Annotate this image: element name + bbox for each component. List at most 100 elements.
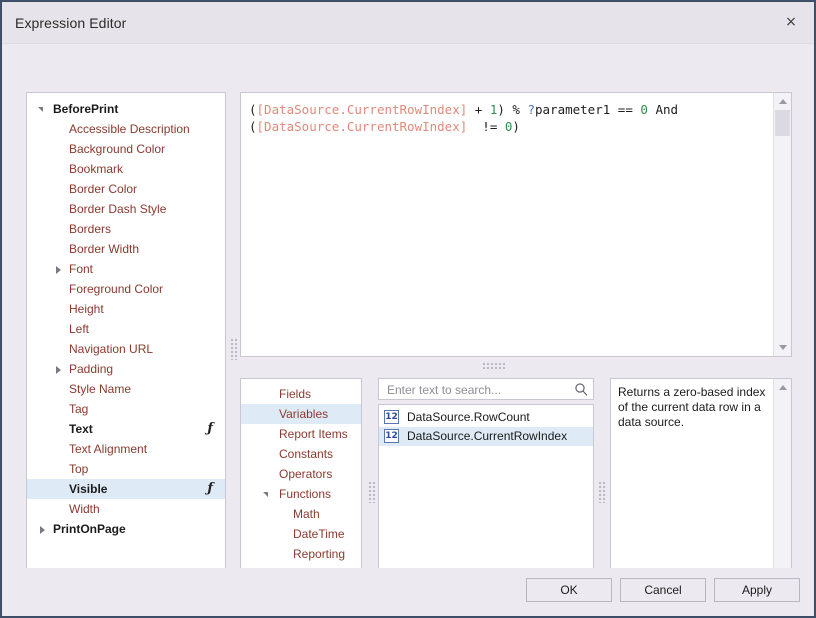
- window-title: Expression Editor: [15, 15, 127, 31]
- search-input[interactable]: [385, 379, 571, 401]
- splitter-grip-left[interactable]: [230, 338, 238, 360]
- splitter-grip-horizontal[interactable]: [482, 362, 506, 370]
- list-item[interactable]: 12 DataSource.CurrentRowIndex: [379, 427, 593, 446]
- tree-item-border-dash-style[interactable]: Border Dash Style: [27, 199, 225, 219]
- dialog-footer: OK Cancel Apply: [2, 568, 814, 616]
- expression-token: (: [249, 102, 257, 117]
- tree-item-label: Border Dash Style: [69, 202, 167, 216]
- tree-item-label: Tag: [69, 402, 89, 416]
- splitter-grip-middle[interactable]: [368, 481, 376, 503]
- tree-item-label: Border Color: [69, 182, 138, 196]
- category-item-report-items[interactable]: Report Items: [241, 424, 361, 444]
- expression-token: ) %: [497, 102, 528, 117]
- category-item-label: Operators: [279, 467, 333, 481]
- tree-item-foreground-color[interactable]: Foreground Color: [27, 279, 225, 299]
- tree-item-label: Top: [69, 462, 89, 476]
- chevron-down-icon[interactable]: [259, 484, 275, 504]
- expression-scrollbar[interactable]: [773, 93, 791, 356]
- expression-text[interactable]: ([DataSource.CurrentRowIndex] + 1) % ?pa…: [249, 101, 771, 135]
- property-tree[interactable]: BeforePrint Accessible Description Backgro…: [26, 92, 226, 603]
- tree-item-background-color[interactable]: Background Color: [27, 139, 225, 159]
- tree-item-width[interactable]: Width: [27, 499, 225, 519]
- splitter-grip-right[interactable]: [598, 481, 606, 503]
- list-item-label: DataSource.CurrentRowIndex: [407, 429, 568, 443]
- tree-item-label: Height: [69, 302, 104, 316]
- scroll-up-icon[interactable]: [774, 93, 791, 110]
- category-item-variables[interactable]: Variables: [241, 404, 361, 424]
- tree-item-label: Navigation URL: [69, 342, 154, 356]
- tree-item-label: Border Width: [69, 242, 140, 256]
- chevron-right-icon[interactable]: [33, 519, 55, 539]
- expression-token: ?: [527, 102, 535, 117]
- tree-item-navigation-url[interactable]: Navigation URL: [27, 339, 225, 359]
- chevron-right-icon[interactable]: [49, 359, 71, 379]
- tree-item-top[interactable]: Top: [27, 459, 225, 479]
- list-item-label: DataSource.RowCount: [407, 410, 530, 424]
- tree-item-visible[interactable]: Visible ƒ: [27, 479, 225, 499]
- number-type-icon: 12: [384, 410, 399, 424]
- category-item-label: Reporting: [293, 547, 346, 561]
- close-icon[interactable]: ×: [774, 6, 808, 38]
- tree-item-tag[interactable]: Tag: [27, 399, 225, 419]
- search-icon[interactable]: [574, 382, 589, 397]
- tree-item-label: Background Color: [69, 142, 166, 156]
- expression-token: [DataSource.CurrentRowIndex]: [256, 119, 468, 134]
- scroll-down-icon[interactable]: [774, 339, 791, 356]
- tree-item-border-width[interactable]: Border Width: [27, 239, 225, 259]
- expression-editor-dialog: Expression Editor × BeforePrint Accessibl…: [1, 1, 815, 617]
- number-type-icon: 12: [384, 429, 399, 443]
- tree-item-label: Visible: [69, 482, 108, 496]
- expression-text-area[interactable]: ([DataSource.CurrentRowIndex] + 1) % ?pa…: [240, 92, 792, 357]
- tree-item-borders[interactable]: Borders: [27, 219, 225, 239]
- dialog-content: BeforePrint Accessible Description Backgro…: [2, 44, 814, 603]
- tree-item-beforeprint[interactable]: BeforePrint: [27, 99, 225, 119]
- category-item-operators[interactable]: Operators: [241, 464, 361, 484]
- tree-item-height[interactable]: Height: [27, 299, 225, 319]
- tree-item-style-name[interactable]: Style Name: [27, 379, 225, 399]
- chevron-down-icon[interactable]: [33, 99, 55, 119]
- tree-item-text[interactable]: Text ƒ: [27, 419, 225, 439]
- category-item-functions[interactable]: Functions: [241, 484, 361, 504]
- scrollbar-thumb[interactable]: [775, 110, 790, 136]
- tree-item-padding[interactable]: Padding: [27, 359, 225, 379]
- tree-item-label: Left: [69, 322, 90, 336]
- list-item[interactable]: 12 DataSource.RowCount: [379, 408, 593, 427]
- description-text: Returns a zero-based index of the curren…: [618, 385, 766, 429]
- tree-item-bookmark[interactable]: Bookmark: [27, 159, 225, 179]
- expression-token: ==: [610, 102, 641, 117]
- chevron-right-icon[interactable]: [49, 259, 71, 279]
- tree-item-printonpage[interactable]: PrintOnPage: [27, 519, 225, 539]
- category-item-fields[interactable]: Fields: [241, 384, 361, 404]
- tree-item-text-alignment[interactable]: Text Alignment: [27, 439, 225, 459]
- category-item-constants[interactable]: Constants: [241, 444, 361, 464]
- tree-item-font[interactable]: Font: [27, 259, 225, 279]
- category-item-reporting[interactable]: Reporting: [241, 544, 361, 564]
- search-field[interactable]: [378, 378, 594, 401]
- category-item-label: Functions: [279, 487, 332, 501]
- expression-token: +: [467, 102, 490, 117]
- category-item-label: Constants: [279, 447, 334, 461]
- tree-item-left[interactable]: Left: [27, 319, 225, 339]
- expression-token: ): [512, 119, 520, 134]
- expression-token: !=: [467, 119, 505, 134]
- function-icon[interactable]: ƒ: [207, 479, 213, 499]
- expression-token: [DataSource.CurrentRowIndex]: [256, 102, 468, 117]
- tree-item-label: Width: [69, 502, 100, 516]
- tree-item-label: Foreground Color: [69, 282, 164, 296]
- tree-item-label: Accessible Description: [69, 122, 190, 136]
- cancel-button[interactable]: Cancel: [620, 578, 706, 602]
- category-item-label: DateTime: [293, 527, 345, 541]
- tree-item-border-color[interactable]: Border Color: [27, 179, 225, 199]
- category-item-datetime[interactable]: DateTime: [241, 524, 361, 544]
- category-item-math[interactable]: Math: [241, 504, 361, 524]
- category-item-label: Variables: [279, 407, 329, 421]
- ok-button[interactable]: OK: [526, 578, 612, 602]
- expression-token: (: [249, 119, 257, 134]
- category-item-label: Report Items: [279, 427, 348, 441]
- apply-button[interactable]: Apply: [714, 578, 800, 602]
- tree-item-accessible-description[interactable]: Accessible Description: [27, 119, 225, 139]
- function-icon[interactable]: ƒ: [207, 419, 213, 439]
- scroll-up-icon[interactable]: [774, 379, 791, 396]
- tree-item-label: Bookmark: [69, 162, 124, 176]
- tree-item-label: Style Name: [69, 382, 132, 396]
